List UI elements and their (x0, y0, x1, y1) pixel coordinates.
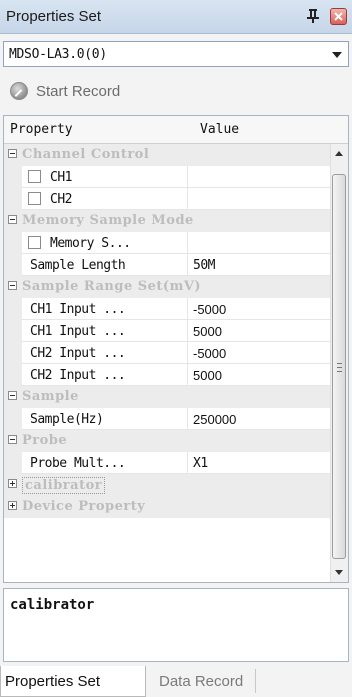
category-device-property[interactable]: Device Property (4, 496, 330, 518)
close-icon (334, 12, 343, 21)
device-select[interactable]: MDSO-LA3.0(0) (3, 41, 349, 67)
category-channel-control[interactable]: Channel Control (4, 144, 330, 166)
bottom-tabs: Properties Set Data Record (0, 666, 352, 697)
grid-header: Property Value (4, 116, 348, 144)
category-label: Sample (22, 389, 79, 404)
tab-properties-set[interactable]: Properties Set (0, 666, 146, 697)
property-value[interactable]: 5000 (193, 324, 222, 339)
collapse-icon[interactable] (8, 215, 17, 224)
close-button[interactable] (330, 8, 347, 25)
collapse-icon[interactable] (8, 149, 17, 158)
grip-icon (337, 363, 342, 372)
category-label: Sample Range Set(mV) (22, 279, 202, 294)
scroll-thumb[interactable] (332, 174, 346, 559)
category-calibrator[interactable]: calibrator (4, 474, 330, 496)
collapse-icon[interactable] (8, 281, 17, 290)
start-record-button[interactable]: Start Record (8, 78, 178, 106)
property-row-ch2-input-b[interactable]: CH2 Input ... 5000 (4, 364, 330, 386)
property-row-sample-length[interactable]: Sample Length 50M (4, 254, 330, 276)
property-label: CH2 Input ... (30, 346, 126, 361)
scroll-up-icon[interactable] (335, 151, 343, 156)
property-row-memory-s[interactable]: Memory S... (4, 232, 330, 254)
property-value[interactable]: -5000 (193, 302, 226, 317)
property-label: CH2 (50, 192, 72, 207)
property-row-probe-mult[interactable]: Probe Mult... X1 (4, 452, 330, 474)
description-title: calibrator (10, 597, 95, 613)
property-label: Sample Length (30, 258, 126, 273)
category-label: Channel Control (22, 147, 150, 162)
property-label: Sample(Hz) (30, 412, 104, 427)
property-row-ch1-input-a[interactable]: CH1 Input ... -5000 (4, 298, 330, 320)
collapse-icon[interactable] (8, 391, 17, 400)
scroll-down-icon[interactable] (335, 570, 343, 575)
property-value[interactable]: 250000 (193, 412, 236, 427)
value-column-header: Value (200, 122, 240, 137)
property-row-ch1[interactable]: CH1 (4, 166, 330, 188)
category-memory-sample-mode[interactable]: Memory Sample Mode (4, 210, 330, 232)
property-value[interactable]: 5000 (193, 368, 222, 383)
category-probe[interactable]: Probe (4, 430, 330, 452)
category-sample-range[interactable]: Sample Range Set(mV) (4, 276, 330, 298)
memory-s-checkbox[interactable] (28, 236, 41, 249)
description-pane: calibrator (3, 588, 349, 662)
ch2-checkbox[interactable] (28, 192, 41, 205)
property-value[interactable]: 50M (193, 258, 215, 273)
grid-rows: Channel Control CH1 CH2 Memory Sample Mo… (4, 144, 330, 518)
property-label: Memory S... (50, 236, 131, 251)
property-row-ch2-input-a[interactable]: CH2 Input ... -5000 (4, 342, 330, 364)
ch1-checkbox[interactable] (28, 170, 41, 183)
category-label: calibrator (22, 477, 106, 494)
category-sample[interactable]: Sample (4, 386, 330, 408)
property-row-ch1-input-b[interactable]: CH1 Input ... 5000 (4, 320, 330, 342)
property-column-header: Property (10, 122, 73, 137)
property-value[interactable]: X1 (193, 456, 208, 471)
property-row-sample-hz[interactable]: Sample(Hz) 250000 (4, 408, 330, 430)
vertical-scrollbar[interactable] (330, 144, 348, 582)
property-value[interactable]: -5000 (193, 346, 226, 361)
title-bar: Properties Set (0, 0, 352, 34)
expand-icon[interactable] (8, 479, 17, 488)
tab-data-record[interactable]: Data Record (146, 669, 256, 693)
record-icon (10, 82, 28, 100)
panel-title: Properties Set (6, 8, 102, 25)
category-label: Device Property (22, 499, 146, 514)
collapse-icon[interactable] (8, 435, 17, 444)
property-label: CH1 (50, 170, 72, 185)
category-label: Memory Sample Mode (22, 213, 194, 228)
chevron-down-icon (332, 52, 342, 58)
device-select-value: MDSO-LA3.0(0) (9, 47, 107, 62)
start-record-label: Start Record (36, 83, 121, 100)
property-label: Probe Mult... (30, 456, 126, 471)
expand-icon[interactable] (8, 501, 17, 510)
properties-panel: Properties Set MDSO-LA3.0(0) Start Recor… (0, 0, 352, 697)
category-label: Probe (22, 433, 68, 448)
property-label: CH1 Input ... (30, 302, 126, 317)
property-row-ch2[interactable]: CH2 (4, 188, 330, 210)
property-label: CH2 Input ... (30, 368, 126, 383)
property-label: CH1 Input ... (30, 324, 126, 339)
property-grid: Property Value Channel Control CH1 CH2 M… (3, 115, 349, 583)
pin-icon[interactable] (306, 8, 320, 24)
